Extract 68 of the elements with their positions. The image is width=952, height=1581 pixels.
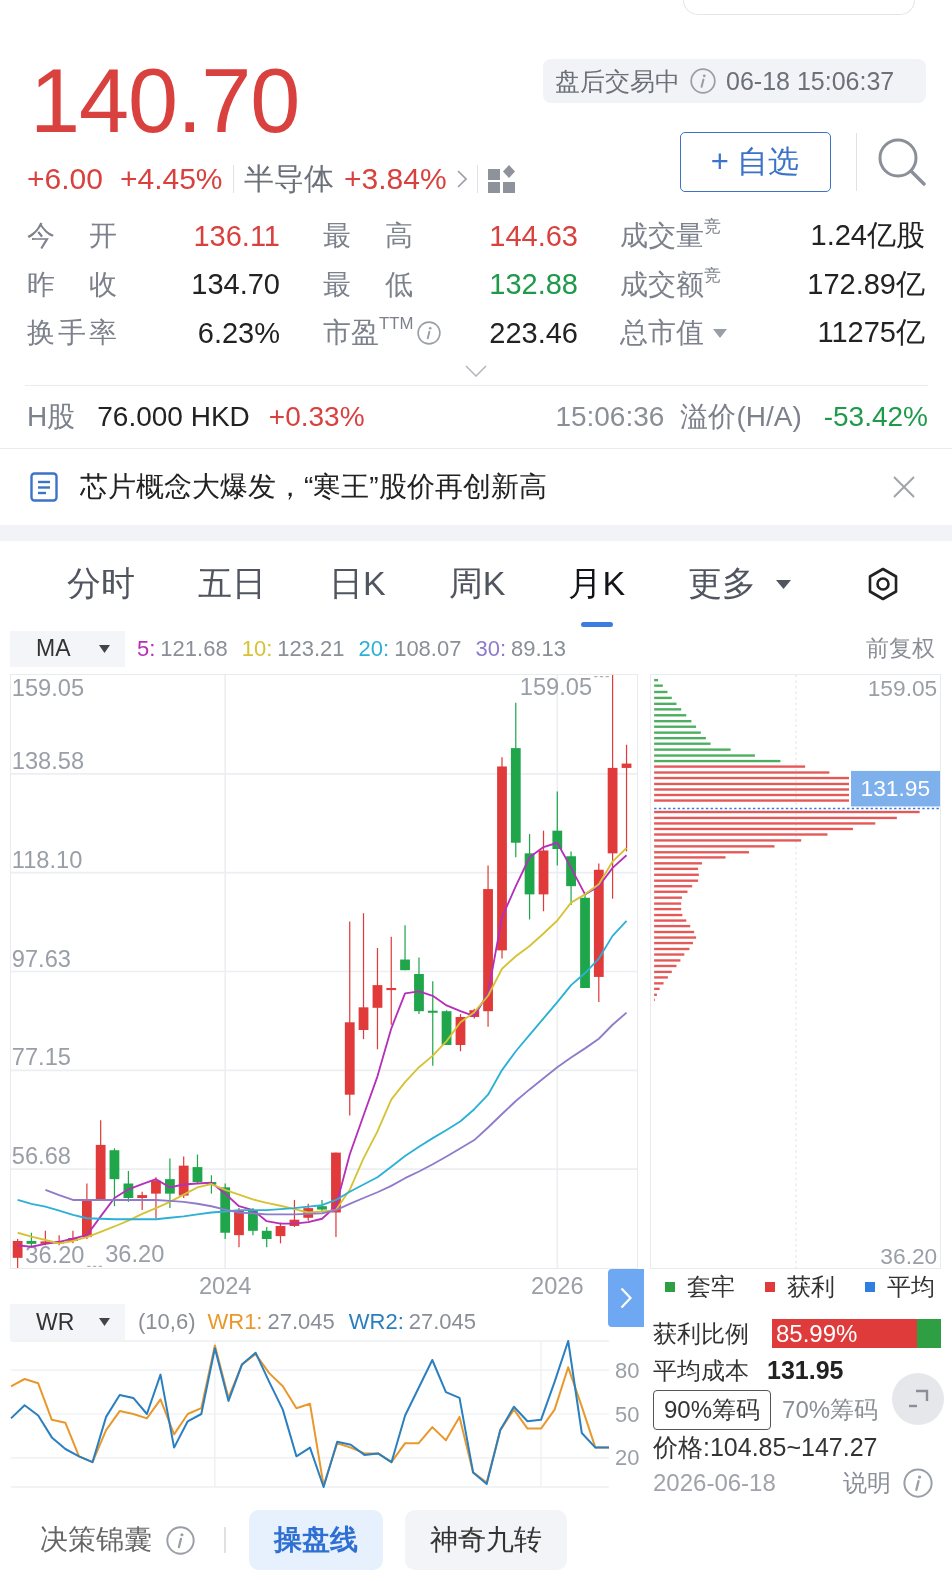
year-label: 2024 <box>198 1271 252 1299</box>
status-time: 06-18 15:06:37 <box>726 66 895 96</box>
h-share-price: 76.000 HKD <box>97 400 250 433</box>
h-share-change: +0.33% <box>268 400 365 433</box>
stat-label: 成交量$^{竞}$ <box>620 217 721 254</box>
indicator-value: 108.07 <box>394 635 462 662</box>
indicator-key: WR2: <box>348 1309 404 1335</box>
average-cost-tag: 131.95 <box>851 770 940 806</box>
premium-label: 溢价(H/A) <box>680 399 802 434</box>
stat-value: 134.70 <box>191 268 280 302</box>
average-cost-value: 131.95 <box>767 1356 844 1385</box>
stat-value: 1.24亿股 <box>810 218 925 254</box>
stat-label: 换手率 <box>27 316 117 351</box>
profit-ratio-label: 获利比例 <box>653 1318 749 1349</box>
price-axis-label: 159.05 <box>11 674 85 701</box>
stat-value: 11275亿 <box>817 315 925 351</box>
low-price-label: 36.20 <box>105 1239 165 1267</box>
legend-label: 套牢 <box>687 1271 735 1302</box>
high-price-label: 159.05 <box>519 674 593 700</box>
price-axis-label: 56.68 <box>11 1141 71 1169</box>
price-axis-label: 118.10 <box>11 845 83 873</box>
price-axis-label: 77.15 <box>11 1042 71 1070</box>
axis-label: 50 <box>615 1401 640 1426</box>
last-price: 140.70 <box>30 55 300 147</box>
stat-label: 总市值 <box>620 316 704 351</box>
indicator-key: 5: <box>137 635 156 662</box>
axis-label: 80 <box>615 1357 640 1383</box>
price-change: +6.00 <box>27 162 103 196</box>
stat-label: 市盈$^{TTM}$ <box>323 314 414 351</box>
price-axis-label: 159.05 <box>867 674 938 701</box>
stat-label: 最 高 <box>323 219 413 254</box>
price-axis-label: 36.20 <box>880 1242 938 1268</box>
stat-label: 成交额$^{竞}$ <box>620 265 721 302</box>
indicator-value: 27.045 <box>408 1309 477 1335</box>
trading-status: 盘后交易中 <box>555 65 680 97</box>
stat-label: 今 开 <box>27 219 117 254</box>
year-label: 2026 <box>531 1271 584 1299</box>
stat-label: 最 低 <box>323 267 413 302</box>
indicator-value: 89.13 <box>511 635 567 662</box>
indicator-key: 10: <box>241 635 273 662</box>
indicator-value: 121.68 <box>160 635 228 662</box>
stat-value: 172.89亿 <box>807 266 925 302</box>
date-label: 2026-06-18 <box>653 1468 776 1497</box>
stat-label: 昨 收 <box>27 267 117 302</box>
indicator-value: 123.21 <box>277 635 345 662</box>
stat-value: 144.63 <box>489 219 578 253</box>
legend-label: 平均 <box>887 1271 935 1302</box>
profit-ratio-value: 85.99% <box>775 1319 858 1348</box>
price-range: 价格:104.85~147.27 <box>653 1432 878 1463</box>
legend-label: 获利 <box>787 1271 835 1302</box>
indicator-key: 20: <box>358 635 390 662</box>
indicator-params: (10,6) <box>138 1309 196 1335</box>
average-cost-label: 平均成本 <box>653 1355 749 1386</box>
premium-value: -53.42% <box>823 400 928 433</box>
price-axis-label: 36.20 <box>25 1240 85 1268</box>
price-axis-label: 97.63 <box>11 943 71 972</box>
stat-value: 132.88 <box>489 268 578 302</box>
indicator-value: 27.045 <box>267 1309 335 1335</box>
indicator-key: WR1: <box>207 1309 263 1335</box>
stat-value: 223.46 <box>489 316 578 350</box>
stat-value: 136.11 <box>193 219 280 253</box>
percent-change: +4.45% <box>119 162 223 196</box>
axis-label: 20 <box>615 1444 640 1470</box>
price-axis-label: 138.58 <box>11 746 85 774</box>
indicator-key: 30: <box>475 635 507 662</box>
stat-value: 6.23% <box>197 316 280 350</box>
h-share-label: H股 <box>27 399 76 434</box>
h-share-time: 15:06:36 <box>555 400 665 433</box>
